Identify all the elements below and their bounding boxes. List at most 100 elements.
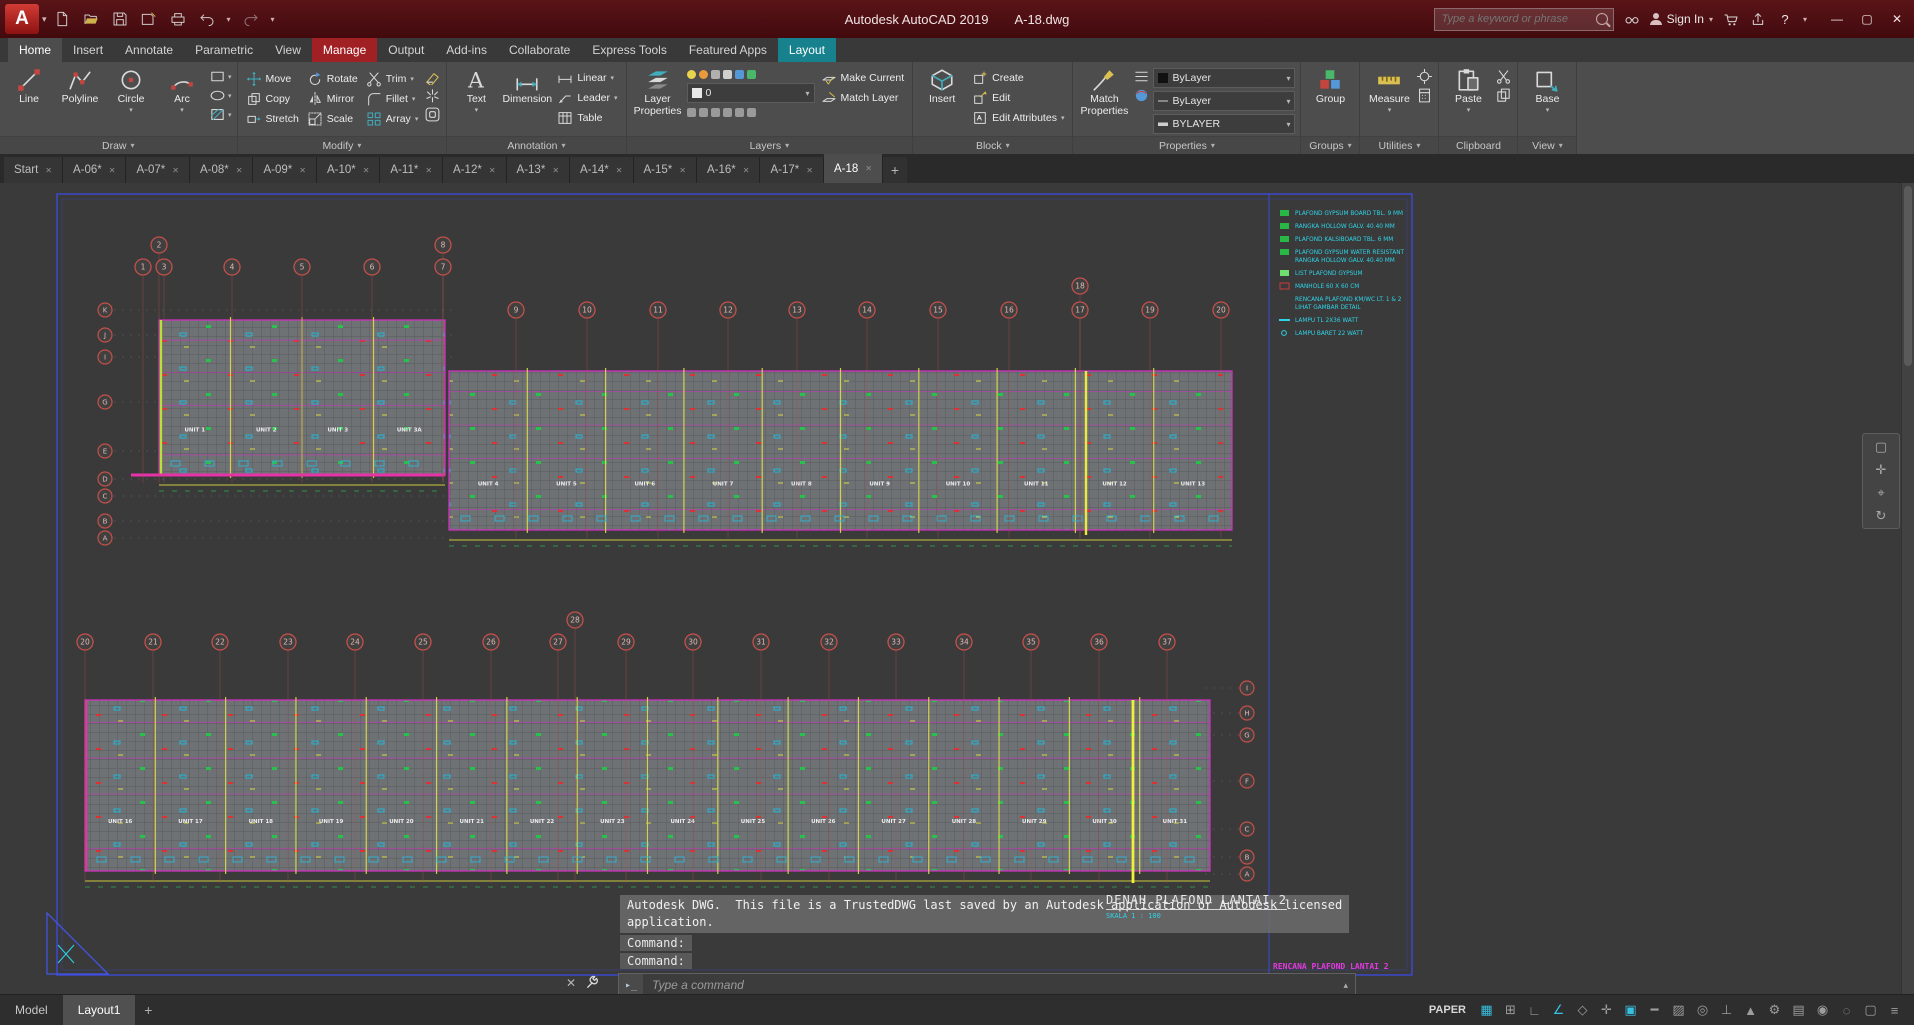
annotation-visibility-icon[interactable]: ▲ <box>1739 1000 1762 1021</box>
close-tab-icon[interactable]: ✕ <box>425 166 432 175</box>
close-tab-icon[interactable]: ✕ <box>45 166 52 175</box>
drawing-tab[interactable]: A-18 ✕ <box>823 154 883 183</box>
cad-drawing[interactable]: UNIT 1 UNIT 2 UNIT 3 UNIT 3A UNIT 4 UNIT 5 UNI… <box>0 183 1914 994</box>
ribbon-tab[interactable]: Add-ins <box>435 38 498 62</box>
scale-button[interactable]: Scale <box>304 109 361 128</box>
layer-tool-icon[interactable] <box>698 107 708 117</box>
trim-button[interactable]: Trim ▾ <box>363 69 422 88</box>
close-tab-icon[interactable]: ✕ <box>743 166 750 175</box>
command-close-icon[interactable]: ✕ <box>566 976 576 990</box>
create-block-button[interactable]: Create <box>969 68 1067 87</box>
color-sphere-icon[interactable] <box>1133 87 1150 104</box>
drawing-tab[interactable]: A-13* ✕ <box>506 157 571 183</box>
polyline-button[interactable]: Polyline <box>56 65 104 106</box>
explode-button[interactable] <box>424 87 441 104</box>
redo-icon[interactable] <box>242 11 260 27</box>
pan-icon[interactable]: ✛ <box>1876 463 1887 476</box>
share-icon[interactable] <box>1749 11 1767 27</box>
object-snap-tracking-icon[interactable]: ✛ <box>1595 1000 1618 1021</box>
plot-icon[interactable] <box>169 11 187 27</box>
workspace-switching-icon[interactable]: ⚙ <box>1763 1000 1786 1021</box>
qat-customize-caret-icon[interactable]: ▾ <box>271 15 275 24</box>
drawing-tab[interactable]: A-14* ✕ <box>570 157 634 183</box>
circle-button[interactable]: Circle ▾ <box>107 65 155 114</box>
new-icon[interactable] <box>53 11 71 27</box>
binoculars-icon[interactable] <box>1623 11 1641 27</box>
close-button[interactable]: ✕ <box>1882 6 1912 32</box>
view-panel-footer[interactable]: View ▾ <box>1518 136 1577 154</box>
linear-button[interactable]: Linear ▾ <box>554 68 620 87</box>
maximize-button[interactable]: ▢ <box>1852 6 1882 32</box>
command-expand-icon[interactable]: ▴ <box>1343 980 1348 991</box>
clipboard-panel-footer[interactable]: Clipboard <box>1439 136 1518 154</box>
close-tab-icon[interactable]: ✕ <box>363 166 370 175</box>
help-icon[interactable]: ? <box>1776 11 1794 27</box>
lineweight-icon[interactable]: ━ <box>1643 1000 1666 1021</box>
new-drawing-tab-button[interactable]: + <box>882 157 907 183</box>
new-layout-button[interactable]: + <box>135 995 161 1025</box>
dynamic-ucs-icon[interactable]: ⊥ <box>1715 1000 1738 1021</box>
object-snap-icon[interactable]: ▣ <box>1619 1000 1642 1021</box>
space-toggle[interactable]: PAPER <box>1429 1004 1466 1016</box>
clean-screen-icon[interactable]: ▢ <box>1859 1000 1882 1021</box>
layer-freeze-icon[interactable] <box>698 69 708 79</box>
model-tab[interactable]: Model <box>0 995 63 1025</box>
close-tab-icon[interactable]: ✕ <box>172 166 179 175</box>
save-as-icon[interactable] <box>140 11 158 27</box>
rectangle-button[interactable]: ▾ <box>209 68 232 85</box>
layer-on-icon[interactable] <box>686 69 696 79</box>
match-layer-button[interactable]: Match Layer <box>818 88 908 107</box>
close-tab-icon[interactable]: ✕ <box>552 166 559 175</box>
text-button[interactable]: A Text ▾ <box>452 65 500 114</box>
draw-panel-footer[interactable]: Draw ▾ <box>0 136 237 154</box>
layer-tool-icon[interactable] <box>710 107 720 117</box>
close-tab-icon[interactable]: ✕ <box>865 164 872 173</box>
polar-tracking-icon[interactable]: ∠ <box>1547 1000 1570 1021</box>
drawing-tab[interactable]: A-15* ✕ <box>633 157 697 183</box>
paste-button[interactable]: Paste ▾ <box>1444 65 1492 114</box>
properties-list-icon[interactable] <box>1133 68 1150 85</box>
move-button[interactable]: Move <box>243 69 302 88</box>
grid-icon[interactable]: ▦ <box>1475 1000 1498 1021</box>
layer-vp-freeze-icon[interactable] <box>734 69 744 79</box>
linetype-select[interactable]: ByLayer ▾ <box>1153 91 1296 111</box>
layer-tool-icon[interactable] <box>686 107 696 117</box>
view-cube-icon[interactable]: ▢ <box>1875 440 1887 453</box>
open-icon[interactable] <box>82 11 100 27</box>
annotation-monitor-icon[interactable]: ▤ <box>1787 1000 1810 1021</box>
properties-panel-footer[interactable]: Properties ▾ <box>1073 136 1301 154</box>
orbit-icon[interactable]: ↻ <box>1876 509 1887 522</box>
rotate-button[interactable]: Rotate <box>304 69 361 88</box>
copy-button[interactable]: Copy <box>243 89 302 108</box>
layer-color-swatch[interactable] <box>746 69 756 79</box>
copy-clip-icon[interactable] <box>1495 87 1512 104</box>
ribbon-tab[interactable]: Featured Apps <box>678 38 778 62</box>
zoom-icon[interactable]: ⌖ <box>1877 486 1884 499</box>
graphics-performance-icon[interactable]: ◌ <box>1835 1000 1858 1021</box>
block-panel-footer[interactable]: Block ▾ <box>913 136 1073 154</box>
arc-button[interactable]: Arc ▾ <box>158 65 206 114</box>
drawing-canvas[interactable]: UNIT 1 UNIT 2 UNIT 3 UNIT 3A UNIT 4 UNIT 5 UNI… <box>0 183 1914 994</box>
leader-button[interactable]: Leader ▾ <box>554 88 620 107</box>
ribbon-tab[interactable]: Layout <box>777 38 836 62</box>
close-tab-icon[interactable]: ✕ <box>806 166 813 175</box>
command-customize-icon[interactable] <box>586 975 600 994</box>
id-point-icon[interactable] <box>1416 68 1433 85</box>
ribbon-tab[interactable]: Home <box>8 38 63 62</box>
ribbon-tab[interactable]: Annotate <box>114 38 184 62</box>
search-box[interactable] <box>1433 7 1614 31</box>
command-input[interactable]: ▸_ Type a command ▴ <box>618 973 1356 994</box>
layers-panel-footer[interactable]: Layers ▾ <box>626 136 913 154</box>
fillet-button[interactable]: Fillet ▾ <box>363 89 422 108</box>
scrollbar-thumb[interactable] <box>1904 186 1912 366</box>
customization-icon[interactable]: ≡ <box>1883 1000 1906 1021</box>
drawing-tab[interactable]: A-12* ✕ <box>443 157 507 183</box>
ribbon-tab[interactable]: Manage <box>311 38 378 62</box>
ribbon-tab[interactable]: Express Tools <box>581 38 677 62</box>
application-menu-button[interactable]: A <box>5 4 39 34</box>
close-tab-icon[interactable]: ✕ <box>679 166 686 175</box>
drawing-tab[interactable]: A-10* ✕ <box>316 157 381 183</box>
line-button[interactable]: Line <box>5 65 53 106</box>
layout1-tab[interactable]: Layout1 <box>62 995 136 1025</box>
edit-block-button[interactable]: Edit <box>969 88 1067 107</box>
